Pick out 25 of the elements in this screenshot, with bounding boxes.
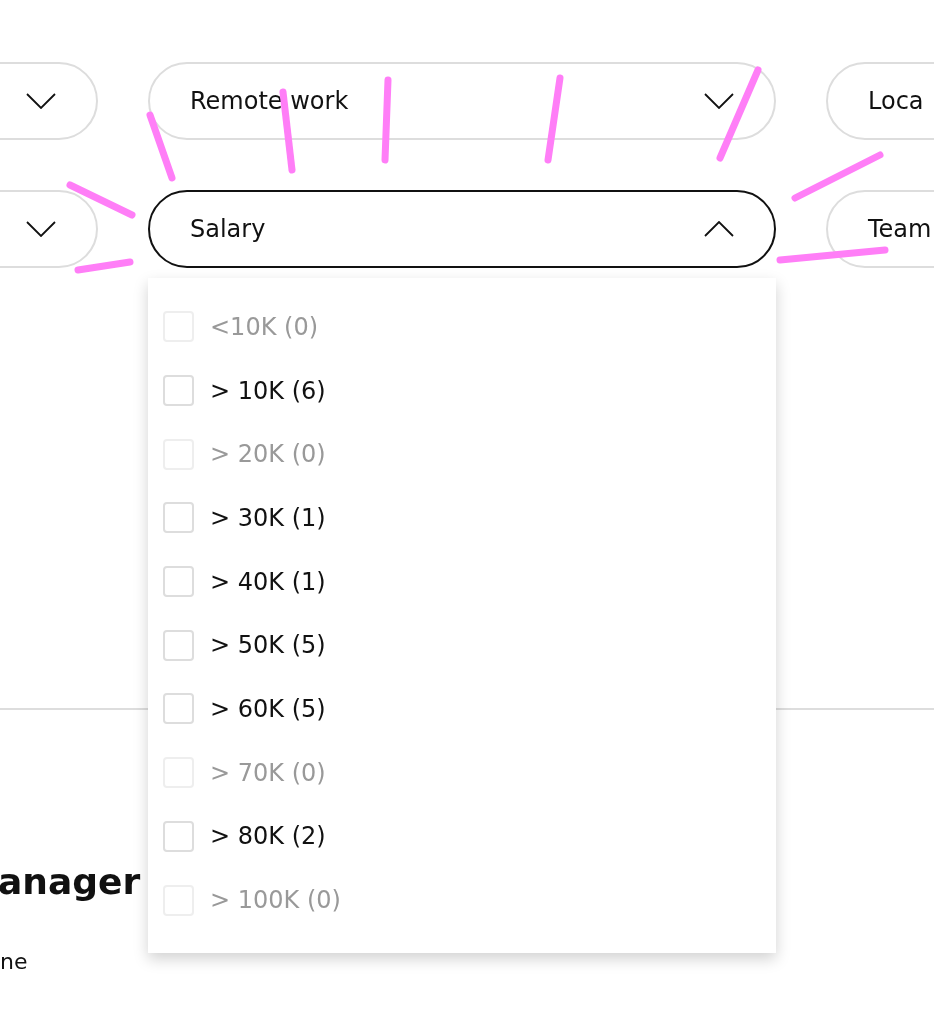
checkbox[interactable] (163, 502, 194, 534)
option-item[interactable]: > 50K (5) (163, 628, 761, 663)
checkbox[interactable] (163, 629, 194, 661)
checkbox[interactable] (163, 375, 194, 407)
checkbox[interactable] (163, 820, 194, 852)
option-item[interactable]: > 30K (1) (163, 501, 761, 535)
chevron-down-icon (26, 221, 56, 237)
option-item[interactable]: > 10K (6) (163, 373, 761, 408)
option-item[interactable]: > 60K (5) (163, 692, 761, 726)
filter-dropdown[interactable]: Salary (148, 190, 776, 268)
checkbox[interactable] (163, 566, 194, 598)
option-item[interactable]: > 80K (2) (163, 819, 761, 854)
filter-dropdown[interactable]: Loca (826, 62, 934, 140)
chevron-down-icon (26, 93, 56, 109)
job-subtitle: ne (0, 951, 29, 974)
chevron-up-icon (704, 221, 734, 237)
chevron-down-icon (704, 93, 734, 109)
highlight-stroke (146, 111, 176, 182)
highlight-stroke (74, 258, 134, 274)
job-title: anager (0, 860, 141, 904)
checkbox[interactable] (163, 693, 194, 725)
highlight-stroke (66, 181, 136, 219)
filter-dropdown[interactable]: Team (826, 190, 934, 268)
option-item[interactable]: > 40K (1) (163, 564, 761, 599)
filter-dropdown[interactable]: Remote work (148, 62, 776, 140)
